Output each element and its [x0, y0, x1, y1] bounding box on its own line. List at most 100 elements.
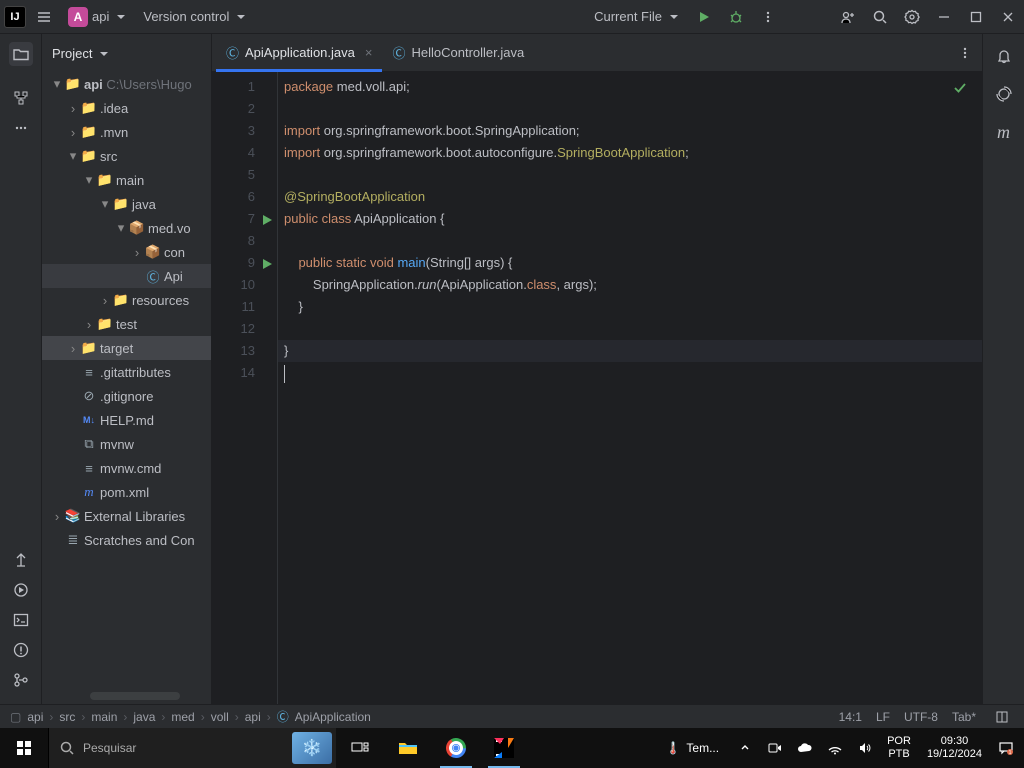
settings-button[interactable] [900, 5, 924, 29]
tree-label: mvnw [100, 437, 134, 452]
vcs-menu[interactable]: Version control [137, 6, 251, 27]
tray-chevron-button[interactable] [733, 736, 757, 760]
chevron-down-icon [233, 9, 245, 24]
tree-item[interactable]: ›📁.idea [42, 96, 211, 120]
tab-apiapp[interactable]: Ⓒ ApiApplication.java × [216, 34, 382, 71]
tree-item[interactable]: mpom.xml [42, 480, 211, 504]
tree-item[interactable]: ≡.gitattributes [42, 360, 211, 384]
tree-item[interactable]: ›📁test [42, 312, 211, 336]
line-separator[interactable]: LF [876, 710, 890, 724]
meet-now-icon[interactable] [763, 736, 787, 760]
indent-config[interactable]: Tab* [952, 710, 976, 724]
structure-tool-button[interactable] [9, 86, 33, 110]
build-tool-button[interactable] [9, 548, 33, 572]
project-pane-header[interactable]: Project [42, 34, 211, 72]
tree-label: External Libraries [84, 509, 185, 524]
notifications-button[interactable] [992, 44, 1016, 68]
project-selector[interactable]: A api [62, 4, 131, 30]
volume-icon[interactable] [853, 736, 877, 760]
tree-item[interactable]: ▾📁main [42, 168, 211, 192]
tree-item-selected[interactable]: ⒸApi [42, 264, 211, 288]
breadcrumbs[interactable]: ▢api›src›main›java›med›voll›api›ⒸApiAppl… [10, 708, 371, 725]
tree-label: Scratches and Con [84, 533, 195, 548]
debug-button[interactable] [724, 5, 748, 29]
tree-item[interactable]: ›📁target [42, 336, 211, 360]
project-tree[interactable]: ▾📁api C:\Users\Hugo ›📁.idea ›📁.mvn ▾📁src… [42, 72, 211, 692]
intellij-app[interactable] [480, 728, 528, 768]
close-tab-button[interactable]: × [365, 45, 373, 60]
maximize-button[interactable] [964, 5, 988, 29]
maven-tool-button[interactable]: m [992, 120, 1016, 144]
tree-scrollbar[interactable] [90, 692, 180, 700]
minimize-button[interactable] [932, 5, 956, 29]
terminal-tool-button[interactable] [9, 608, 33, 632]
task-view-button[interactable] [336, 728, 384, 768]
windows-taskbar: Pesquisar ❄️ 🌡️ Tem... [0, 728, 1024, 768]
menubar: IJ A api Version control Current File [0, 0, 1024, 34]
action-center-button[interactable]: 1 [994, 736, 1018, 760]
close-window-button[interactable] [996, 5, 1020, 29]
tree-item[interactable]: ▾📁src [42, 144, 211, 168]
tree-label: .mvn [100, 125, 128, 140]
tree-label: pom.xml [100, 485, 149, 500]
cortana-button[interactable]: ❄️ [292, 732, 332, 764]
weather-widget[interactable]: 🌡️ Tem... [657, 741, 727, 755]
code-editor[interactable]: 1234567891011121314 package med.voll.api… [212, 72, 982, 704]
start-button[interactable] [0, 728, 48, 768]
tree-label: HELP.md [100, 413, 154, 428]
code-with-me-button[interactable] [836, 5, 860, 29]
tab-more-button[interactable] [948, 34, 982, 71]
tree-root[interactable]: ▾📁api C:\Users\Hugo [42, 72, 211, 96]
caret-position[interactable]: 14:1 [839, 710, 862, 724]
tree-item[interactable]: ▾📦med.vo [42, 216, 211, 240]
hamburger-menu-button[interactable] [32, 5, 56, 29]
tree-path: C:\Users\Hugo [106, 77, 191, 92]
tree-item[interactable]: ›📚External Libraries [42, 504, 211, 528]
tree-item[interactable]: ⧉mvnw [42, 432, 211, 456]
chrome-app[interactable] [432, 728, 480, 768]
ai-assistant-button[interactable] [992, 82, 1016, 106]
run-button[interactable] [692, 5, 716, 29]
tree-label: .idea [100, 101, 128, 116]
java-icon: Ⓒ [392, 43, 405, 62]
network-icon[interactable] [823, 736, 847, 760]
tree-item[interactable]: ⊘.gitignore [42, 384, 211, 408]
clock-time: 09:30 [927, 735, 982, 748]
taskbar-search[interactable]: Pesquisar ❄️ [48, 728, 336, 768]
tree-item[interactable]: ›📁.mvn [42, 120, 211, 144]
system-tray: 🌡️ Tem... POR PTB 09:30 19/12/2024 1 [657, 735, 1024, 761]
tree-item[interactable]: ≡mvnw.cmd [42, 456, 211, 480]
search-everywhere-button[interactable] [868, 5, 892, 29]
onedrive-icon[interactable] [793, 736, 817, 760]
chevron-down-icon [113, 9, 125, 24]
run-config-selector[interactable]: Current File [588, 6, 684, 27]
more-actions-button[interactable] [756, 5, 780, 29]
ide-logo-icon: IJ [4, 6, 26, 28]
project-badge-icon: A [68, 7, 88, 27]
tree-item[interactable]: ▾📁java [42, 192, 211, 216]
tree-item[interactable]: ›📦con [42, 240, 211, 264]
language-indicator[interactable]: POR PTB [883, 735, 915, 761]
clock-date: 19/12/2024 [927, 748, 982, 761]
tree-item[interactable]: ›📁resources [42, 288, 211, 312]
tree-item[interactable]: M↓HELP.md [42, 408, 211, 432]
vcs-label: Version control [143, 9, 229, 24]
reader-mode-button[interactable] [990, 705, 1014, 729]
weather-label: Tem... [686, 741, 719, 755]
services-tool-button[interactable] [9, 578, 33, 602]
git-tool-button[interactable] [9, 668, 33, 692]
explorer-app[interactable] [384, 728, 432, 768]
tree-label: api [84, 77, 103, 92]
problems-tool-button[interactable] [9, 638, 33, 662]
more-tools-button[interactable] [9, 116, 33, 140]
file-encoding[interactable]: UTF-8 [904, 710, 938, 724]
lang-line1: POR [887, 735, 911, 748]
inspection-check-icon[interactable] [952, 80, 968, 103]
code-content[interactable]: package med.voll.api;import org.springfr… [278, 72, 982, 704]
project-name-label: api [92, 9, 109, 24]
tree-item[interactable]: ≣Scratches and Con [42, 528, 211, 552]
tree-label: .gitignore [100, 389, 153, 404]
tab-hello[interactable]: Ⓒ HelloController.java [382, 34, 534, 71]
project-tool-button[interactable] [9, 42, 33, 66]
clock[interactable]: 09:30 19/12/2024 [921, 735, 988, 761]
